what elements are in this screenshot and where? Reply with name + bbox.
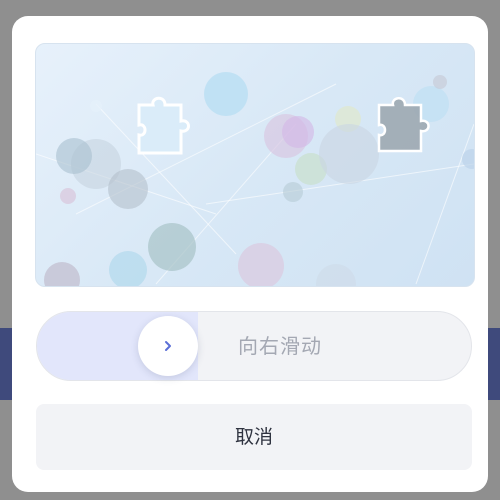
puzzle-piece-icon[interactable] [135, 95, 193, 157]
slider-hint-text: 向右滑动 [238, 334, 322, 358]
slider-track[interactable]: 向右滑动 [36, 311, 472, 381]
puzzle-slot-icon [377, 97, 430, 153]
cancel-button[interactable]: 取消 [36, 404, 472, 470]
puzzle-image [35, 43, 475, 287]
bubble-background [36, 72, 474, 286]
slider-handle[interactable] [138, 316, 198, 376]
chevron-right-icon [165, 341, 171, 351]
